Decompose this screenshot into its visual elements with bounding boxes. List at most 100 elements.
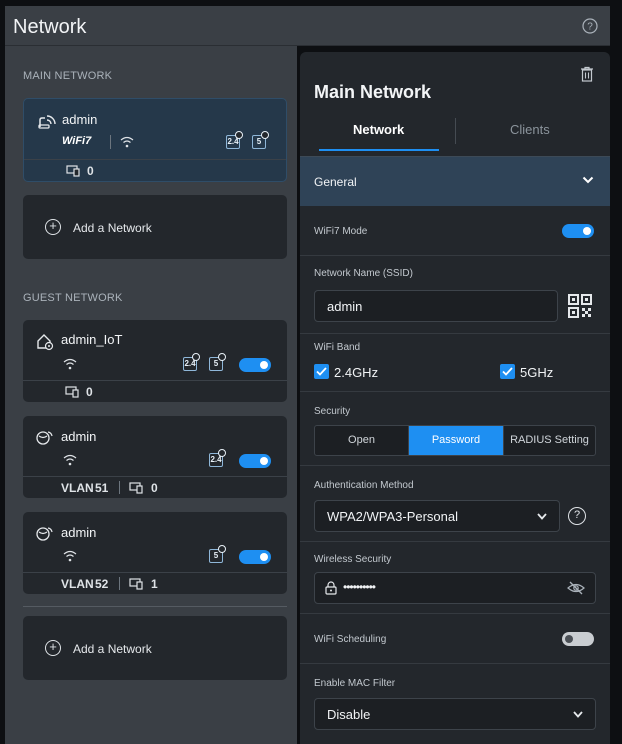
security-option-radius[interactable]: RADIUS Setting: [503, 426, 595, 455]
main-network-name: admin: [62, 112, 98, 127]
help-icon[interactable]: ?: [582, 18, 598, 34]
guest-network-card[interactable]: admin 5 VLAN 52 1: [23, 512, 287, 594]
client-device-icon: [65, 386, 79, 398]
guest-network-toggle[interactable]: [239, 454, 271, 468]
auth-method-row: Authentication Method WPA2/WPA3-Personal…: [300, 466, 610, 542]
globe-wifi-icon: [36, 527, 53, 541]
band-5g-checkbox[interactable]: [500, 364, 515, 379]
wifi-icon: [63, 454, 77, 466]
client-count: 0: [87, 164, 94, 178]
page-title: Network: [13, 16, 87, 38]
wifi7-badge: WiFi7: [62, 135, 92, 147]
general-accordion[interactable]: General: [300, 156, 610, 206]
client-count: 0: [86, 385, 93, 399]
svg-text:?: ?: [587, 22, 593, 33]
lock-icon: [325, 581, 337, 595]
wifi-icon: [63, 550, 77, 562]
wifi7-mode-row: WiFi7 Mode: [300, 206, 610, 256]
wifi7-mode-label: WiFi7 Mode: [314, 226, 368, 237]
wireless-security-label: Wireless Security: [314, 554, 392, 565]
band-5g-label: 5GHz: [520, 365, 554, 380]
guest-network-footer: 0: [23, 380, 287, 402]
network-settings-panel: Main Network Network Clients General WiF…: [300, 52, 610, 744]
guest-network-footer: VLAN 52 1: [23, 572, 287, 594]
panel-tabs: Network Clients: [300, 116, 610, 156]
chevron-down-icon: [582, 176, 594, 184]
globe-wifi-icon: [36, 431, 53, 445]
badge-divider: [110, 135, 111, 149]
section-divider: [23, 606, 287, 607]
plus-icon: +: [45, 640, 61, 656]
guest-network-toggle[interactable]: [239, 550, 271, 564]
vlan-label: VLAN: [61, 481, 94, 495]
wireless-security-row: Wireless Security ••••••••••: [300, 542, 610, 614]
main-network-section-label: MAIN NETWORK: [23, 70, 113, 82]
add-network-label: Add a Network: [73, 221, 152, 235]
wifi-icon: [120, 136, 134, 148]
wifi-icon: [63, 358, 77, 370]
ssid-label: Network Name (SSID): [314, 268, 413, 279]
main-network-footer: 0: [24, 159, 286, 181]
band-2g-icon: 2.4: [226, 131, 243, 149]
top-bar: Network ?: [5, 6, 610, 46]
tab-separator: [455, 118, 456, 144]
wifi-band-row: WiFi Band 2.4GHz 5GHz: [300, 334, 610, 392]
password-input[interactable]: ••••••••••: [314, 572, 596, 604]
client-device-icon: [129, 482, 143, 494]
ssid-row: Network Name (SSID) admin: [300, 256, 610, 334]
main-network-card[interactable]: admin WiFi7 2.4 5 0: [23, 98, 287, 182]
mac-filter-row: Enable MAC Filter Disable: [300, 664, 610, 744]
client-count: 1: [151, 577, 158, 591]
vlan-id: 52: [95, 577, 109, 591]
router-wifi-icon: [38, 115, 56, 129]
footer-divider: [119, 577, 120, 590]
client-count: 0: [151, 481, 158, 495]
auth-method-select[interactable]: WPA2/WPA3-Personal: [314, 500, 560, 532]
tab-clients[interactable]: Clients: [510, 122, 550, 137]
mac-filter-label: Enable MAC Filter: [314, 678, 396, 689]
auth-method-label: Authentication Method: [314, 480, 414, 491]
chevron-down-icon: [573, 711, 583, 718]
auth-help-icon[interactable]: ?: [568, 507, 586, 525]
wifi-scheduling-toggle[interactable]: [562, 632, 594, 646]
client-device-icon: [129, 578, 143, 590]
general-label: General: [314, 175, 357, 189]
wifi-scheduling-row: WiFi Scheduling: [300, 614, 610, 664]
trash-icon[interactable]: [580, 66, 594, 82]
band-5g-icon: 5: [209, 353, 226, 371]
ssid-input[interactable]: admin: [314, 290, 558, 322]
security-option-open[interactable]: Open: [315, 426, 409, 455]
add-guest-network-button[interactable]: + Add a Network: [23, 616, 287, 680]
vlan-label: VLAN: [61, 577, 94, 591]
eye-hidden-icon: [567, 581, 585, 595]
tab-network[interactable]: Network: [353, 122, 404, 137]
qr-code-icon[interactable]: [568, 294, 592, 318]
guest-network-toggle[interactable]: [239, 358, 271, 372]
band-5g-icon: 5: [252, 131, 269, 149]
guest-network-footer: VLAN 51 0: [23, 476, 287, 498]
guest-network-section-label: GUEST NETWORK: [23, 292, 123, 304]
band-2g-icon: 2.4: [209, 449, 226, 467]
vlan-id: 51: [95, 481, 109, 495]
footer-divider: [119, 481, 120, 494]
chevron-down-icon: [537, 513, 547, 520]
home-wifi-icon: [37, 334, 54, 351]
network-list-pane: MAIN NETWORK admin WiFi7 2.4 5 0 + Add a…: [5, 46, 297, 744]
add-network-label: Add a Network: [73, 642, 152, 656]
guest-network-card[interactable]: admin_IoT 2.4 5 0: [23, 320, 287, 402]
panel-title: Main Network: [314, 82, 432, 102]
security-label: Security: [314, 406, 351, 417]
band-5g-icon: 5: [209, 545, 226, 563]
security-row: Security Open Password RADIUS Setting: [300, 392, 610, 466]
wifi7-mode-toggle[interactable]: [562, 224, 594, 238]
add-network-button[interactable]: + Add a Network: [23, 195, 287, 259]
guest-network-name: admin_IoT: [61, 332, 123, 347]
security-segmented-control: Open Password RADIUS Setting: [314, 425, 596, 456]
wifi-scheduling-label: WiFi Scheduling: [314, 634, 387, 645]
mac-filter-select[interactable]: Disable: [314, 698, 596, 730]
security-option-password[interactable]: Password: [409, 426, 503, 455]
band-2g-checkbox[interactable]: [314, 364, 329, 379]
guest-network-name: admin: [61, 525, 97, 540]
plus-icon: +: [45, 219, 61, 235]
guest-network-card[interactable]: admin 2.4 VLAN 51 0: [23, 416, 287, 498]
